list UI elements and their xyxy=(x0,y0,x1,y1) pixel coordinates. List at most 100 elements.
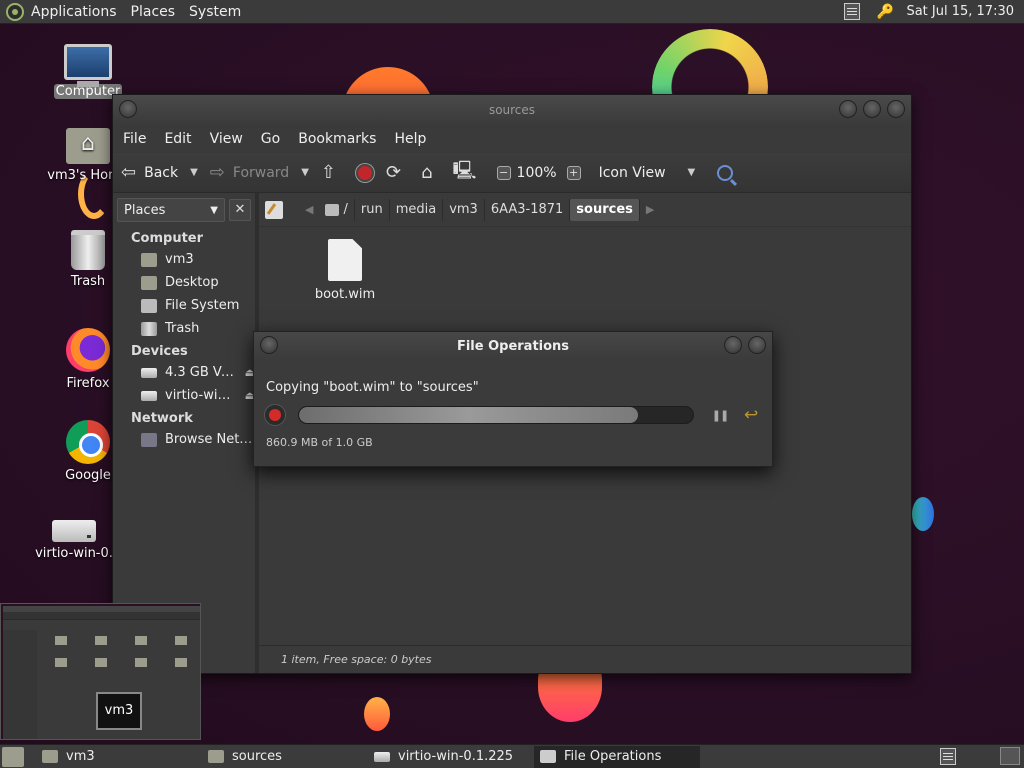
folder-icon xyxy=(175,636,187,645)
desktop-icon-label: Google xyxy=(65,468,111,483)
distro-logo-icon[interactable] xyxy=(6,2,24,21)
keyring-icon[interactable]: 🔑 xyxy=(876,3,894,21)
sidebar-item-trash[interactable]: Trash xyxy=(113,317,255,340)
crumb-run[interactable]: run xyxy=(355,198,390,221)
chevron-down-icon: ▼ xyxy=(210,204,218,216)
firefox-icon xyxy=(66,328,110,372)
crumb-vm3[interactable]: vm3 xyxy=(443,198,485,221)
thumbnail-sidebar xyxy=(3,630,37,739)
minimize-button[interactable] xyxy=(839,100,857,118)
menu-help[interactable]: Help xyxy=(388,131,432,147)
folder-icon xyxy=(95,658,107,667)
workspace-badge: vm3 xyxy=(96,692,142,730)
statusbar: 1 item, Free space: 0 bytes xyxy=(259,645,911,673)
zoom-in-icon[interactable]: + xyxy=(566,165,581,180)
crumb-root[interactable]: / xyxy=(319,198,355,221)
places-menu[interactable]: Places xyxy=(124,0,183,24)
path-scroll-left-icon[interactable]: ◀ xyxy=(305,203,313,216)
close-button[interactable] xyxy=(748,336,766,354)
sidebar-item-filesystem[interactable]: File System xyxy=(113,294,255,317)
zoom-out-icon[interactable]: − xyxy=(496,165,511,180)
computer-button[interactable]: 🖳 xyxy=(453,159,485,187)
sidebar-select-label: Places xyxy=(124,202,166,218)
wallpaper-shape xyxy=(364,697,390,731)
dialog-titlebar[interactable]: File Operations xyxy=(254,332,772,360)
trash-icon xyxy=(71,230,105,270)
menubar: File Edit View Go Bookmarks Help xyxy=(113,125,911,153)
sidebar-item-browse-network[interactable]: Browse Network xyxy=(113,428,255,451)
menu-file[interactable]: File xyxy=(117,131,152,147)
stop-icon xyxy=(356,163,374,182)
window-titlebar[interactable]: sources xyxy=(113,95,911,125)
sidebar-header: Places ▼ ✕ xyxy=(113,193,255,227)
workspace-preview[interactable]: vm3 xyxy=(0,603,201,740)
crumb-sources[interactable]: sources xyxy=(570,198,640,221)
menu-edit[interactable]: Edit xyxy=(158,131,197,147)
reload-button[interactable]: ⟳ xyxy=(386,159,409,187)
task-file-operations[interactable]: File Operations xyxy=(534,745,700,768)
forward-history-dropdown[interactable]: ▼ xyxy=(301,167,309,178)
cancel-operation-button[interactable] xyxy=(264,404,286,426)
path-scroll-right-icon[interactable]: ▶ xyxy=(646,203,654,216)
workspace-switcher[interactable] xyxy=(1000,747,1020,765)
crumb-label: / xyxy=(343,201,348,217)
sidebar-places-select[interactable]: Places ▼ xyxy=(117,198,225,222)
applications-menu[interactable]: Applications xyxy=(24,0,124,24)
notes-icon[interactable] xyxy=(940,748,956,765)
computer-icon: 🖳 xyxy=(452,159,477,181)
close-button[interactable] xyxy=(887,100,905,118)
sidebar-item-virtio[interactable]: virtio-win-0.1.225⏏ xyxy=(113,384,255,407)
edit-location-icon[interactable] xyxy=(265,200,283,219)
up-button[interactable]: ⇧ xyxy=(321,159,344,187)
home-folder-icon xyxy=(66,128,110,164)
sidebar-close-button[interactable]: ✕ xyxy=(229,199,251,221)
show-desktop-icon[interactable] xyxy=(2,746,24,767)
forward-label: Forward xyxy=(232,164,290,181)
home-icon xyxy=(141,252,157,267)
thumbnail-bar xyxy=(3,612,200,620)
search-icon[interactable] xyxy=(717,164,734,181)
up-arrow-icon: ⇧ xyxy=(320,162,336,183)
stop-button[interactable] xyxy=(356,159,374,187)
task-virtio[interactable]: virtio-win-0.1.225 xyxy=(368,746,534,768)
desktop-icon-virtio-drive[interactable]: virtio-win-0. xyxy=(28,508,120,561)
menu-go[interactable]: Go xyxy=(255,131,286,147)
back-label: Back xyxy=(144,164,179,181)
desktop-icon-computer[interactable]: Computer xyxy=(42,44,134,99)
progress-fill xyxy=(299,407,638,423)
pause-icon[interactable]: ❚❚ xyxy=(710,405,730,425)
sidebar-item-volume[interactable]: 4.3 GB Volume⏏ xyxy=(113,361,255,384)
maximize-button[interactable] xyxy=(863,100,881,118)
sidebar-item-desktop[interactable]: Desktop xyxy=(113,271,255,294)
window-menu-button[interactable] xyxy=(119,100,137,118)
home-button[interactable]: ⌂ xyxy=(421,159,440,187)
minimize-button[interactable] xyxy=(724,336,742,354)
dialog-title: File Operations xyxy=(456,338,570,354)
back-history-dropdown[interactable]: ▼ xyxy=(190,167,198,178)
task-vm3[interactable]: vm3 xyxy=(36,746,202,768)
home-folder-icon xyxy=(42,750,58,763)
clock[interactable]: Sat Jul 15, 17:30 xyxy=(906,4,1014,19)
back-button[interactable]: ⇦ Back ▼ xyxy=(121,159,198,187)
task-sources[interactable]: sources xyxy=(202,746,368,768)
crumb-media[interactable]: media xyxy=(390,198,444,221)
top-panel: Applications Places System 🔑 Sat Jul 15,… xyxy=(0,0,1024,24)
home-icon: ⌂ xyxy=(421,162,433,183)
crumb-volume[interactable]: 6AA3-1871 xyxy=(485,198,571,221)
sidebar-item-label: Browse Network xyxy=(165,432,255,447)
back-arrow-icon: ⇦ xyxy=(121,162,137,183)
undo-icon[interactable]: ↩ xyxy=(744,405,758,425)
file-item[interactable]: boot.wim xyxy=(305,239,385,302)
menu-view[interactable]: View xyxy=(204,131,249,147)
menu-bookmarks[interactable]: Bookmarks xyxy=(292,131,382,147)
notes-icon[interactable] xyxy=(844,3,861,20)
drive-icon xyxy=(374,751,390,762)
sidebar-item-vm3[interactable]: vm3 xyxy=(113,248,255,271)
sidebar-item-label: vm3 xyxy=(165,252,194,267)
folder-icon xyxy=(95,636,107,645)
window-menu-button[interactable] xyxy=(260,336,278,354)
sidebar-item-label: virtio-win-0.1.225 xyxy=(165,388,239,403)
view-mode-select[interactable]: Icon View ▼ xyxy=(599,165,696,181)
system-menu[interactable]: System xyxy=(182,0,248,24)
forward-button[interactable]: ⇨ Forward ▼ xyxy=(210,159,309,187)
